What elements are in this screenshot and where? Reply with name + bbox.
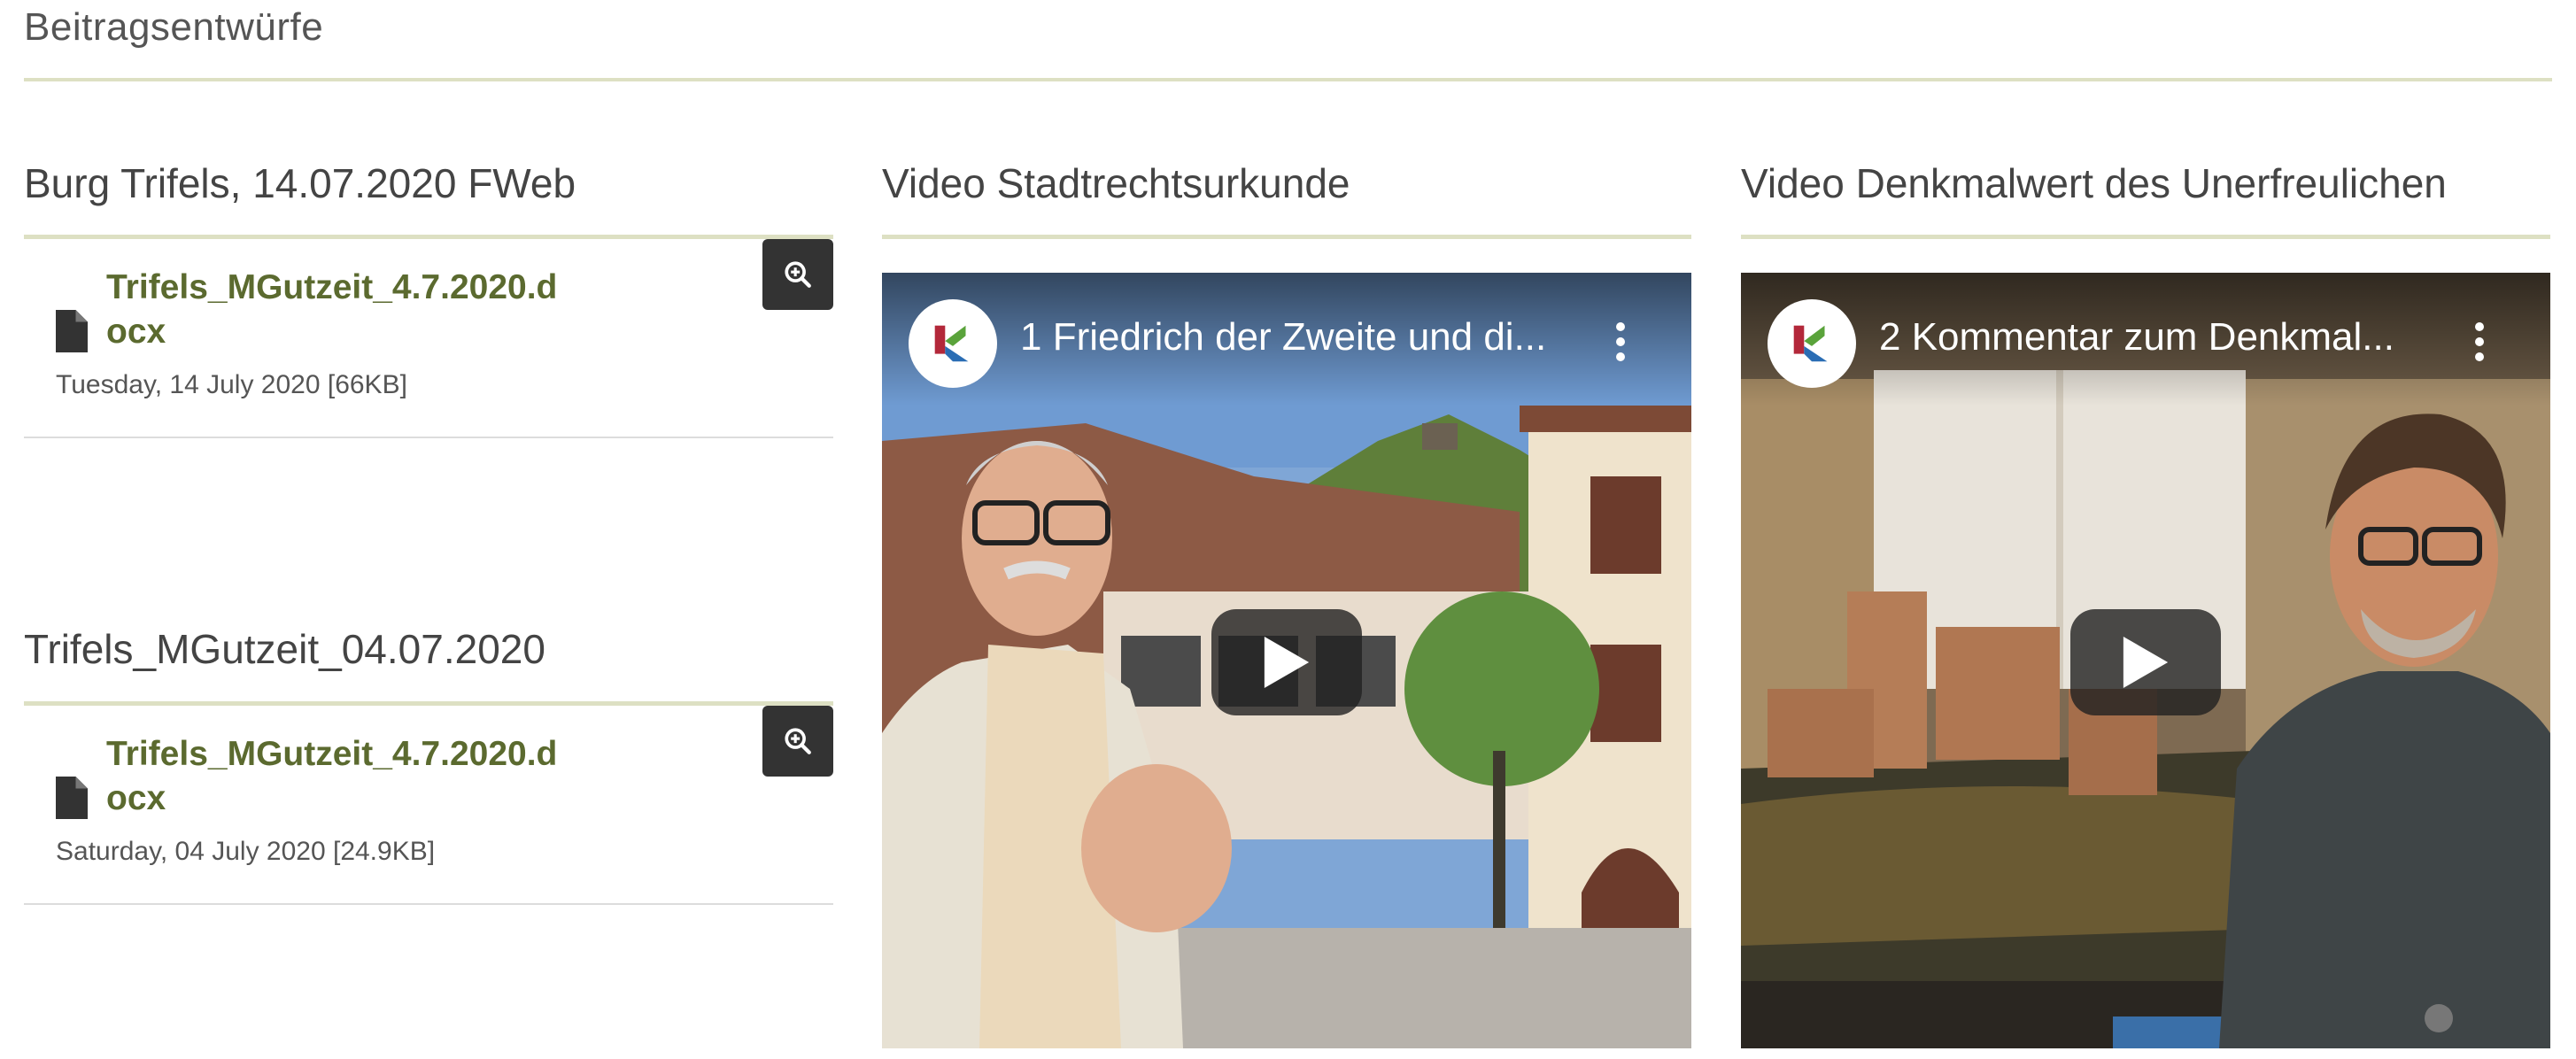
zoom-in-icon: [785, 728, 811, 754]
play-button[interactable]: [2070, 609, 2221, 715]
play-icon: [1264, 637, 1310, 688]
file-meta: Saturday, 04 July 2020 [24.9KB]: [56, 837, 436, 866]
file-entry: Trifels_MGutzeit_4.7.2020.docx Tuesday, …: [24, 239, 833, 443]
file-link[interactable]: Trifels_MGutzeit_4.7.2020.docx: [106, 266, 567, 354]
play-icon: [2123, 637, 2169, 688]
video-title[interactable]: 2 Kommentar zum Denkmal...: [1879, 315, 2446, 359]
column-title-burg-trifels: Burg Trifels, 14.07.2020 FWeb: [24, 160, 576, 206]
file-divider: [24, 903, 833, 905]
channel-logo-icon[interactable]: [909, 299, 997, 388]
section-title: Beitragsentwürfe: [24, 5, 324, 49]
document-icon: [56, 777, 88, 819]
more-vert-icon[interactable]: [2472, 319, 2487, 368]
video-player[interactable]: 2 Kommentar zum Denkmal...: [1741, 273, 2550, 1048]
column-title-trifels-mgutzeit: Trifels_MGutzeit_04.07.2020: [24, 626, 545, 672]
zoom-preview-button[interactable]: [762, 706, 833, 777]
section-divider: [24, 78, 2552, 81]
column-title-video-denkmalwert: Video Denkmalwert des Unerfreulichen: [1741, 160, 2447, 206]
column-title-video-stadtrechtsurkunde: Video Stadtrechtsurkunde: [882, 160, 1350, 206]
more-vert-icon[interactable]: [1613, 319, 1628, 368]
file-entry: Trifels_MGutzeit_4.7.2020.docx Saturday,…: [24, 706, 833, 909]
column-divider: [882, 235, 1691, 239]
document-icon: [56, 310, 88, 352]
zoom-in-icon: [785, 261, 811, 288]
file-meta: Tuesday, 14 July 2020 [66KB]: [56, 370, 407, 399]
column-divider: [1741, 235, 2550, 239]
file-divider: [24, 437, 833, 438]
file-link[interactable]: Trifels_MGutzeit_4.7.2020.docx: [106, 732, 567, 821]
zoom-preview-button[interactable]: [762, 239, 833, 310]
channel-logo-icon[interactable]: [1768, 299, 1856, 388]
video-player[interactable]: 1 Friedrich der Zweite und di...: [882, 273, 1691, 1048]
play-button[interactable]: [1211, 609, 1362, 715]
video-title[interactable]: 1 Friedrich der Zweite und di...: [1020, 315, 1587, 359]
